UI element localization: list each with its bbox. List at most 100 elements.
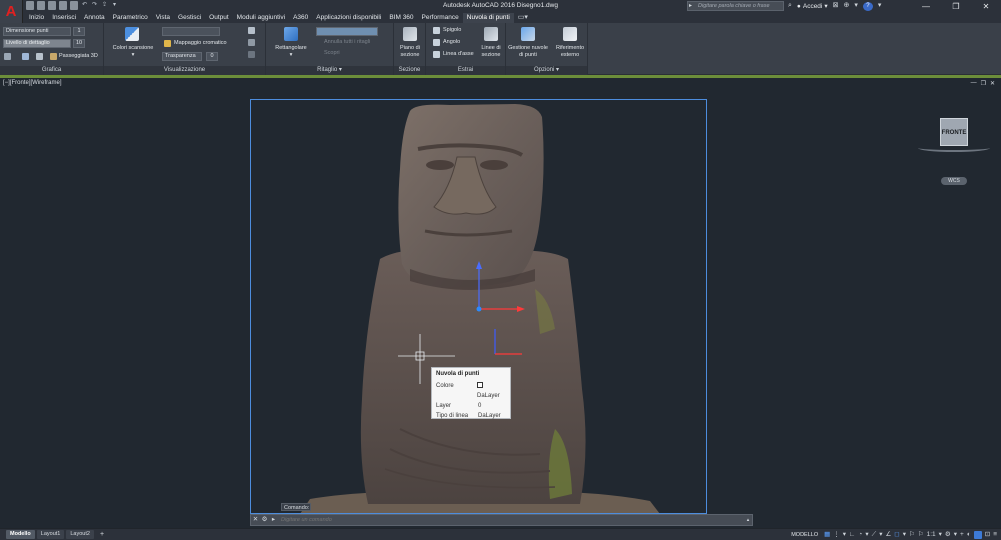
- account-button[interactable]: ● Accedi ▾: [797, 2, 828, 11]
- stay-connected-icon[interactable]: ▾: [854, 1, 858, 11]
- close-button[interactable]: ✕: [971, 0, 1001, 13]
- orbit-icon[interactable]: [22, 53, 29, 60]
- tab-inserisci[interactable]: Inserisci: [48, 13, 80, 23]
- command-line[interactable]: ✕ ⚙ ▸ ▴: [250, 514, 753, 526]
- light-icon[interactable]: [248, 51, 255, 58]
- drawing-viewport[interactable]: [−][Fronte][Wireframe] — ❐ ✕ FRONTE WCS …: [0, 78, 1001, 526]
- external-reference-icon[interactable]: [563, 27, 577, 41]
- workspace-gear-icon[interactable]: ⚙: [945, 529, 951, 540]
- tab-layout2[interactable]: Layout2: [66, 530, 94, 539]
- manage-point-clouds-button[interactable]: Gestione nuvole di punti: [506, 45, 550, 59]
- tab-gestisci[interactable]: Gestisci: [174, 13, 205, 23]
- command-close-icon[interactable]: ✕: [251, 515, 260, 525]
- save-as-icon[interactable]: [59, 1, 67, 10]
- detail-level-slider[interactable]: Livello di dettaglio: [3, 39, 71, 48]
- recent-commands-icon[interactable]: ▸: [269, 515, 278, 525]
- polar-icon[interactable]: ◔: [858, 529, 862, 540]
- detail-level-input[interactable]: 10: [73, 39, 85, 48]
- annotation-visibility-icon[interactable]: ⚐: [909, 529, 915, 540]
- add-icon[interactable]: +: [960, 529, 964, 540]
- scan-colors-button[interactable]: Colori scansione: [108, 45, 158, 52]
- command-input[interactable]: [278, 516, 744, 524]
- tab-vista[interactable]: Vista: [152, 13, 174, 23]
- rectangular-crop-button[interactable]: Rettangolare: [268, 45, 314, 52]
- grid-icon[interactable]: ▦: [824, 529, 830, 540]
- application-menu-button[interactable]: A: [0, 0, 23, 23]
- viewport-restore-button[interactable]: ❐: [981, 80, 986, 87]
- workspace-chevron-icon[interactable]: ▾: [954, 529, 957, 540]
- rectangular-crop-chevron-icon[interactable]: ▾: [268, 52, 314, 59]
- section-lines-icon[interactable]: [484, 27, 498, 41]
- object-snap-chevron-icon[interactable]: ▾: [903, 529, 906, 540]
- tab-a360[interactable]: A360: [289, 13, 312, 23]
- corner-button[interactable]: Angolo: [443, 39, 460, 46]
- wcs-menu[interactable]: WCS: [941, 177, 967, 185]
- annotation-scale-button[interactable]: 1:1: [927, 529, 936, 540]
- snap-chevron-icon[interactable]: ▾: [843, 529, 846, 540]
- undo-icon[interactable]: ↶: [81, 1, 88, 10]
- search-input[interactable]: ▸ Digitare parola chiave o frase: [687, 1, 784, 11]
- object-snap-tracking-icon[interactable]: ∠: [885, 529, 891, 540]
- tab-bim-360[interactable]: BIM 360: [385, 13, 417, 23]
- help-button[interactable]: ?: [862, 1, 873, 11]
- minimize-button[interactable]: —: [911, 0, 941, 13]
- qat-customize-icon[interactable]: ▾: [111, 1, 118, 10]
- isolate-objects-icon[interactable]: ◐: [967, 529, 971, 540]
- viewcube[interactable]: FRONTE: [940, 118, 968, 146]
- color-mapping-button[interactable]: Mappaggio cromatico: [174, 40, 227, 47]
- object-snap-icon[interactable]: ◻: [894, 529, 899, 540]
- connect-icon[interactable]: ⊕: [844, 1, 850, 11]
- polar-chevron-icon[interactable]: ▾: [865, 529, 868, 540]
- walk-3d-button[interactable]: Passeggiata 3D: [59, 53, 98, 60]
- wand-icon[interactable]: [248, 27, 255, 34]
- tab-applicazioni-disponibili[interactable]: Applicazioni disponibili: [312, 13, 385, 23]
- centerline-button[interactable]: Linea d'asse: [443, 51, 474, 58]
- tab-inizio[interactable]: Inizio: [25, 13, 48, 23]
- tab-parametrico[interactable]: Parametrico: [109, 13, 152, 23]
- manage-point-clouds-icon[interactable]: [521, 27, 535, 41]
- snap-icon[interactable]: ⋮: [833, 529, 840, 540]
- tab-performance[interactable]: Performance: [418, 13, 463, 23]
- crop-dropdown[interactable]: [316, 27, 378, 36]
- color-dropdown[interactable]: [162, 27, 220, 36]
- tab-layout1[interactable]: Layout1: [36, 530, 65, 539]
- isodraft-chevron-icon[interactable]: ▾: [879, 529, 882, 540]
- viewport-minimize-button[interactable]: —: [971, 80, 977, 87]
- isodraft-icon[interactable]: ⟋: [872, 529, 877, 540]
- external-reference-button[interactable]: Riferimento esterno: [550, 45, 590, 59]
- auto-scale-icon[interactable]: ⚐: [918, 529, 924, 540]
- sphere-icon[interactable]: [248, 39, 255, 46]
- tab-modello[interactable]: Modello: [6, 530, 35, 539]
- viewcube-compass-ring[interactable]: [918, 144, 990, 152]
- new-file-icon[interactable]: [26, 1, 34, 10]
- viewport-controls-label[interactable]: [−][Fronte][Wireframe]: [3, 80, 62, 86]
- hardware-acceleration-icon[interactable]: [973, 530, 982, 539]
- section-lines-button[interactable]: Linee di sezione: [476, 45, 506, 59]
- share-icon[interactable]: ⇪: [101, 1, 108, 10]
- add-layout-icon[interactable]: +: [96, 530, 108, 539]
- clean-screen-icon[interactable]: ⊡: [985, 529, 990, 540]
- section-plane-button[interactable]: Piano di sezione: [394, 45, 426, 59]
- help-menu-chevron-icon[interactable]: ▾: [878, 1, 882, 11]
- annotation-scale-chevron-icon[interactable]: ▾: [939, 529, 942, 540]
- exchange-apps-icon[interactable]: ⊠: [833, 1, 839, 11]
- redo-icon[interactable]: ↷: [91, 1, 98, 10]
- ribbon-minimize-icon[interactable]: ▭▾: [514, 13, 532, 23]
- search-icon[interactable]: ⌕: [788, 1, 792, 11]
- scan-colors-chevron-icon[interactable]: ▾: [108, 52, 158, 59]
- point-size-input[interactable]: 1: [73, 27, 85, 36]
- gear-icon[interactable]: [4, 53, 11, 60]
- save-icon[interactable]: [48, 1, 56, 10]
- rectangular-crop-icon[interactable]: [284, 27, 298, 41]
- tab-annota[interactable]: Annota: [80, 13, 109, 23]
- scan-colors-icon[interactable]: [125, 27, 139, 41]
- maximize-button[interactable]: ❐: [941, 0, 971, 13]
- edge-button[interactable]: Spigolo: [443, 27, 461, 34]
- ortho-icon[interactable]: ∟: [849, 529, 855, 540]
- viewport-close-button[interactable]: ✕: [990, 80, 995, 87]
- wrench-icon[interactable]: ⚙: [260, 515, 269, 525]
- model-space-button[interactable]: MODELLO: [791, 532, 818, 538]
- tab-output[interactable]: Output: [205, 13, 233, 23]
- transparency-input[interactable]: 0: [206, 52, 218, 61]
- section-plane-icon[interactable]: [403, 27, 417, 41]
